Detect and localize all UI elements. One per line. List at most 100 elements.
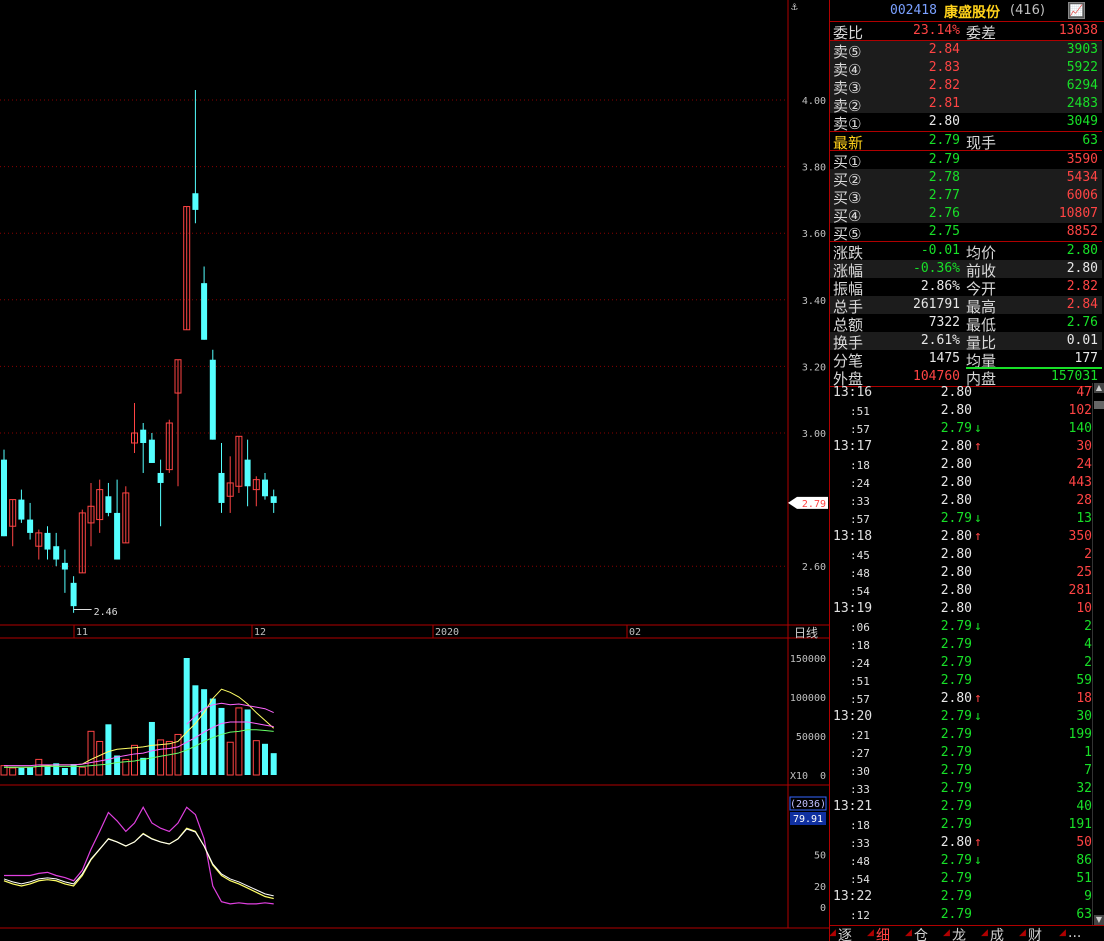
tick-time: 13:21 <box>833 799 873 814</box>
tick-volume: 1 <box>1084 745 1092 760</box>
tick-row: :30 2.79 7 <box>830 762 1092 780</box>
candle-body <box>148 439 155 463</box>
stock-name[interactable]: 康盛股份 <box>944 2 1000 22</box>
quote-row: 换手 2.61% 量比 0.01 <box>830 332 1102 352</box>
tick-time: :24 <box>850 657 870 670</box>
tick-time: 13:19 <box>833 601 873 616</box>
vol-y-tick: 150000 <box>790 654 826 665</box>
candle-body <box>1 459 7 537</box>
tick-price: 2.80 <box>940 457 972 472</box>
tick-price: 2.79 <box>940 619 972 634</box>
quote-row: 总额 7322 最低 2.76 <box>830 314 1102 334</box>
tick-time: :48 <box>850 855 870 868</box>
quote-row: 分笔 1475 均量 177 <box>830 350 1102 370</box>
stat-value: 2.80 <box>1066 261 1098 276</box>
tick-time: :06 <box>850 621 870 634</box>
osc-value-label: 79.91 <box>793 814 823 825</box>
vol-y-tick: 0 <box>820 771 826 782</box>
tick-row: :24 2.79 2 <box>830 654 1092 672</box>
tick-time: :54 <box>850 585 870 598</box>
volume-bar <box>27 767 34 775</box>
tab-corner-icon: ◢ <box>981 928 988 938</box>
tick-row: :57 2.79 ↓ 140 <box>830 420 1092 438</box>
arrow-up-icon: ↑ <box>974 835 982 850</box>
quote-row: 总手 261791 最高 2.84 <box>830 296 1102 316</box>
tick-price: 2.80 <box>940 547 972 562</box>
tab-2[interactable]: 仓 <box>914 925 928 941</box>
tick-price: 2.80 <box>940 493 972 508</box>
y-tick-label: 3.00 <box>802 429 826 440</box>
sell-price: 2.83 <box>928 60 960 75</box>
buy-volume: 5434 <box>1066 170 1098 185</box>
arrow-down-icon: ↓ <box>974 511 982 526</box>
stat-value: 1475 <box>928 351 960 366</box>
tick-row: :33 2.80 28 <box>830 492 1092 510</box>
tick-price: 2.80 <box>940 691 972 706</box>
volume-bar <box>9 767 17 776</box>
tab-0[interactable]: 逐 <box>838 925 852 941</box>
tick-volume: 281 <box>1068 583 1092 598</box>
tick-volume: 2 <box>1084 619 1092 634</box>
chart-toggle-icon[interactable]: 📈 <box>1068 2 1085 19</box>
stock-header: 002418 康盛股份 (416) 📈 <box>830 0 1104 22</box>
quote-row: 卖② 2.81 2483 <box>830 95 1102 115</box>
tick-price: 2.79 <box>940 655 972 670</box>
tick-price: 2.79 <box>940 907 972 922</box>
tick-scrollbar[interactable]: ▲ ▼ <box>1092 383 1104 925</box>
tab-6[interactable]: ... <box>1068 925 1081 941</box>
vol-y-tick: 50000 <box>796 732 826 743</box>
quote-row: 卖④ 2.83 5922 <box>830 59 1102 79</box>
y-tick-label: 2.60 <box>802 562 826 573</box>
period-label: 日线 <box>794 626 818 640</box>
buy-volume: 8852 <box>1066 224 1098 239</box>
quote-row: 振幅 2.86% 今开 2.82 <box>830 278 1102 298</box>
tick-time: :51 <box>850 405 870 418</box>
buy-price: 2.79 <box>928 152 960 167</box>
tick-volume: 191 <box>1068 817 1092 832</box>
tab-corner-icon: ◢ <box>943 928 950 938</box>
tick-volume: 47 <box>1076 385 1092 400</box>
tick-volume: 30 <box>1076 709 1092 724</box>
stat-value: 2.76 <box>1066 315 1098 330</box>
osc-box-label: (2036) <box>790 799 826 810</box>
tick-volume: 59 <box>1076 673 1092 688</box>
tick-row: :54 2.79 51 <box>830 870 1092 888</box>
buy-price: 2.75 <box>928 224 960 239</box>
osc-line <box>3 828 274 897</box>
candle-body <box>218 472 225 503</box>
tab-corner-icon: ◢ <box>905 928 912 938</box>
low-marker-label: 2.46 <box>94 607 118 618</box>
tick-time: :18 <box>850 459 870 472</box>
x10-label: X10 <box>790 771 808 782</box>
osc-y-tick: 20 <box>814 882 826 893</box>
volume-bar <box>235 707 243 776</box>
buy-volume: 3590 <box>1066 152 1098 167</box>
y-tick-label: 3.60 <box>802 229 826 240</box>
sell-price: 2.84 <box>928 42 960 57</box>
sell-volume: 2483 <box>1066 96 1098 111</box>
tab-5[interactable]: 财 <box>1028 925 1042 941</box>
tick-price: 2.79 <box>940 727 972 742</box>
tab-4[interactable]: 成 <box>990 925 1004 941</box>
tab-corner-icon: ◢ <box>1059 928 1066 938</box>
volume-bar <box>252 740 260 776</box>
quote-row: 买③ 2.77 6006 <box>830 187 1102 207</box>
scroll-thumb[interactable] <box>1094 401 1104 409</box>
vol-y-tick: 100000 <box>790 693 826 704</box>
volume-bar <box>44 766 51 775</box>
tick-volume: 18 <box>1076 691 1092 706</box>
volume-bar <box>78 766 86 776</box>
scroll-up-icon[interactable]: ▲ <box>1094 383 1104 393</box>
arrow-down-icon: ↓ <box>974 421 982 436</box>
tick-row: :24 2.80 443 <box>830 474 1092 492</box>
tick-price: 2.79 <box>940 763 972 778</box>
tick-row: :27 2.79 1 <box>830 744 1092 762</box>
quote-row: 卖③ 2.82 6294 <box>830 77 1102 97</box>
tab-1[interactable]: 细 <box>876 925 890 941</box>
tick-time: :24 <box>850 477 870 490</box>
tick-time: 13:20 <box>833 709 873 724</box>
volume-bar <box>262 743 268 775</box>
tab-3[interactable]: 龙 <box>952 925 966 941</box>
scroll-down-icon[interactable]: ▼ <box>1094 915 1104 925</box>
candle-body <box>114 512 121 560</box>
